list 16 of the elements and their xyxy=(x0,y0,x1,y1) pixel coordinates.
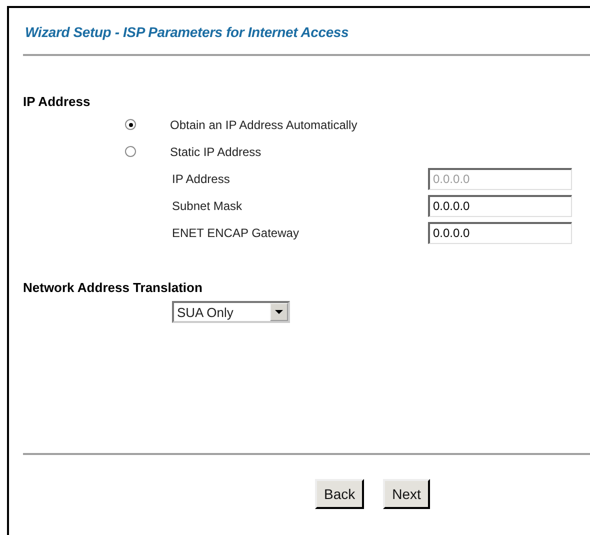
field-label: IP Address xyxy=(172,172,231,186)
radio-label: Static IP Address xyxy=(170,144,262,158)
caret-icon xyxy=(270,303,288,321)
radio-label: Obtain an IP Address Automatically xyxy=(170,118,358,132)
section-heading: IP Address xyxy=(23,94,90,109)
page-title: Wizard Setup - ISP Parameters for Internet Access xyxy=(25,24,349,40)
radio-button[interactable] xyxy=(125,146,136,157)
wizard-button[interactable]: Next xyxy=(383,479,430,509)
field-label: Subnet Mask xyxy=(172,198,244,212)
input-field[interactable]: 0.0.0.0 xyxy=(428,222,572,244)
dropdown[interactable]: SUA Only xyxy=(172,301,290,323)
input-field[interactable]: 0.0.0.0 xyxy=(428,194,572,216)
field-label: ENET ENCAP Gateway xyxy=(172,226,300,240)
radio-button[interactable] xyxy=(125,119,136,130)
wizard-button[interactable]: Back xyxy=(315,479,364,509)
section-heading: Network Address Translation xyxy=(23,280,202,295)
